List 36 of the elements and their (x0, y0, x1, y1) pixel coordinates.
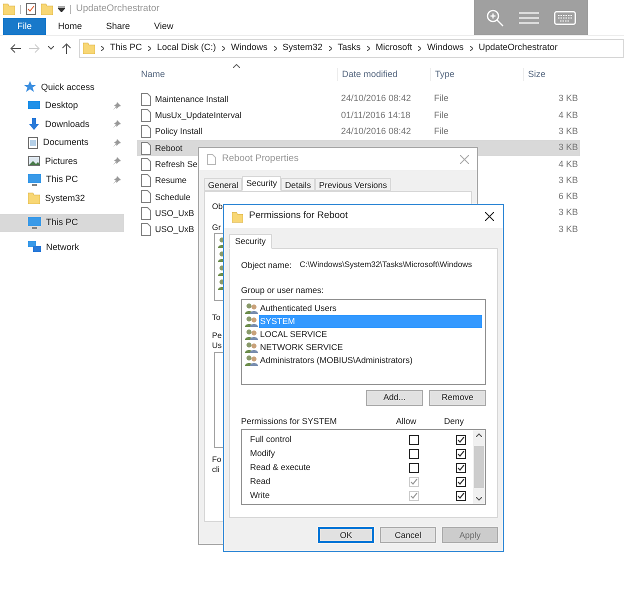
file-date: 24/10/2016 08:42 (341, 93, 412, 104)
label-fragment: Gr (212, 222, 221, 234)
label-fragment: To (212, 312, 220, 324)
window-title: UpdateOrchestrator (76, 2, 160, 16)
file-size: 3 KB (558, 92, 578, 106)
file-size: 4 KB (558, 108, 578, 122)
file-size: 6 KB (558, 190, 578, 204)
dialog-title: Reboot Properties (222, 152, 299, 166)
file-date: 01/11/2016 14:18 (341, 110, 410, 120)
label-fragment: Us (212, 340, 222, 352)
permission-name: Read (250, 475, 272, 488)
group-label: Group or user names: (241, 284, 325, 296)
file-type: File (434, 93, 449, 104)
object-name-label: Object name: (241, 259, 292, 272)
file-size: 3 KB (558, 174, 578, 187)
object-name-value: C:\Windows\System32\Tasks\Microsoft\Windows (300, 259, 472, 272)
permission-name: Write (250, 489, 271, 502)
column-label: Deny (444, 414, 464, 428)
file-type: File (434, 126, 449, 136)
file-type: File (434, 110, 449, 120)
label-fragment: cli (212, 464, 220, 476)
file-size: 3 KB (558, 206, 578, 220)
column-label: Allow (396, 414, 418, 428)
file-size: 4 KB (558, 158, 578, 171)
file-size: 3 KB (558, 222, 578, 236)
file-size: 3 KB (558, 141, 578, 154)
file-date: 24/10/2016 08:42 (341, 126, 412, 136)
label-fragment: Pe (212, 330, 222, 342)
permission-name: Full control (250, 433, 293, 446)
file-size: 3 KB (558, 124, 578, 138)
dialog-title: Permissions for Reboot (249, 209, 348, 224)
permissions-label: Permissions for SYSTEM (241, 414, 338, 428)
label-fragment: Fo (212, 454, 222, 466)
permission-name: Read & execute (250, 461, 312, 474)
label-fragment: Ob (212, 201, 223, 213)
permission-name: Modify (250, 447, 276, 460)
